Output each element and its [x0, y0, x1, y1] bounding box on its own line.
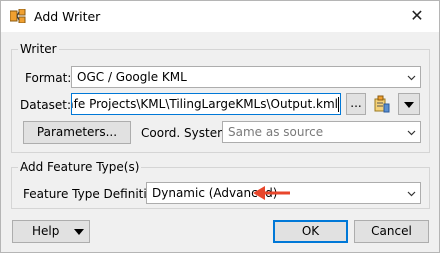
feature-type-definition-label: Feature Type Definition: [23, 187, 166, 201]
chevron-down-icon [407, 191, 416, 197]
file-browse-button[interactable] [370, 93, 392, 115]
window-title: Add Writer [34, 9, 101, 24]
cancel-button[interactable]: Cancel [354, 220, 429, 243]
dropdown-arrow-icon [74, 229, 84, 235]
dataset-input[interactable]: cuments\Safe Projects\KML\TilingLargeKML… [71, 93, 341, 115]
dataset-label: Dataset: [20, 98, 72, 112]
dropdown-arrow-icon [404, 102, 414, 108]
arrow-left-icon [253, 186, 290, 200]
text-caret [338, 97, 339, 112]
dataset-value: cuments\Safe Projects\KML\TilingLargeKML… [72, 97, 338, 111]
dataset-options-button[interactable] [398, 93, 420, 115]
writer-icon [10, 9, 26, 23]
help-button-label: Help [32, 224, 60, 238]
browse-button[interactable]: ... [346, 93, 366, 115]
format-select[interactable]: OGC / Google KML [71, 66, 421, 88]
coord-system-select[interactable]: Same as source [222, 121, 421, 143]
parameters-button[interactable]: Parameters... [23, 121, 131, 144]
chevron-down-icon [407, 130, 416, 136]
close-icon[interactable]: ✕ [407, 7, 427, 25]
writer-group-legend: Writer [18, 42, 59, 56]
coord-system-label: Coord. System: [141, 126, 233, 140]
file-browse-icon [374, 95, 390, 113]
ok-button[interactable]: OK [273, 220, 348, 243]
add-writer-dialog: Add Writer ✕ Writer Format: OGC / Google… [0, 0, 440, 253]
help-button[interactable]: Help [12, 220, 90, 243]
format-label: Format: [25, 71, 72, 85]
format-value: OGC / Google KML [77, 70, 187, 84]
feature-type-group-legend: Add Feature Type(s) [18, 160, 142, 174]
coord-system-placeholder: Same as source [228, 125, 324, 139]
title-bar: Add Writer ✕ [1, 1, 439, 32]
chevron-down-icon [407, 75, 416, 81]
